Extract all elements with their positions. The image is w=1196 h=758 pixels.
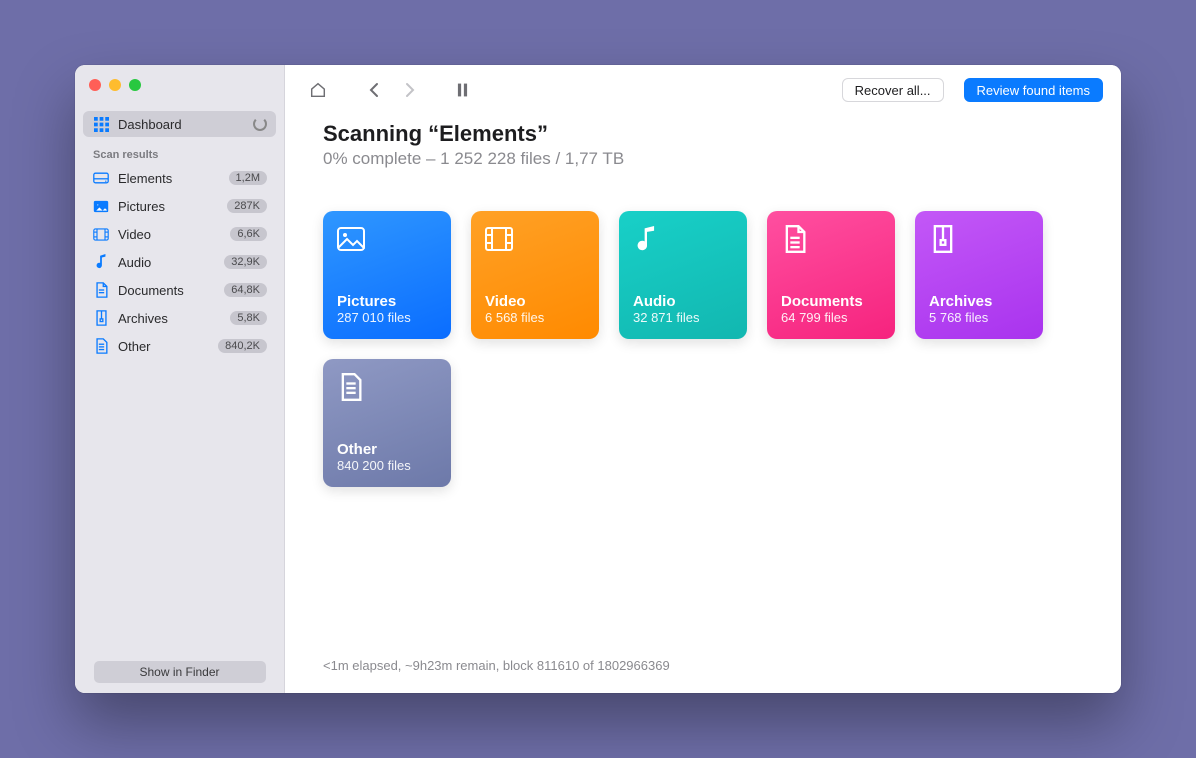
zoom-window-button[interactable] xyxy=(129,79,141,91)
archive-icon xyxy=(92,309,110,327)
sidebar-item-label: Documents xyxy=(118,283,224,298)
home-button[interactable] xyxy=(303,77,333,103)
page-title: Scanning “Elements” xyxy=(323,121,1083,147)
tile-title: Other xyxy=(337,441,437,458)
tile-audio[interactable]: Audio 32 871 files xyxy=(619,211,747,339)
sidebar-item-elements[interactable]: Elements 1,2M xyxy=(83,165,276,191)
tile-subtitle: 6 568 files xyxy=(485,310,585,325)
sidebar-item-label: Video xyxy=(118,227,230,242)
review-found-items-button[interactable]: Review found items xyxy=(964,78,1103,102)
document-icon xyxy=(781,225,809,253)
grid-icon xyxy=(92,115,110,133)
show-in-finder-button[interactable]: Show in Finder xyxy=(94,661,266,683)
sidebar-item-documents[interactable]: Documents 64,8K xyxy=(83,277,276,303)
content-area: Scanning “Elements” 0% complete – 1 252 … xyxy=(285,115,1121,693)
sidebar-item-label: Elements xyxy=(118,171,229,186)
music-icon xyxy=(633,225,661,253)
sidebar-item-label: Pictures xyxy=(118,199,227,214)
sidebar-item-label: Dashboard xyxy=(118,117,253,132)
film-icon xyxy=(92,225,110,243)
forward-button xyxy=(395,77,425,103)
tile-subtitle: 32 871 files xyxy=(633,310,733,325)
tile-title: Pictures xyxy=(337,293,437,310)
archive-icon xyxy=(929,225,957,253)
tile-other[interactable]: Other 840 200 files xyxy=(323,359,451,487)
sidebar-item-other[interactable]: Other 840,2K xyxy=(83,333,276,359)
count-badge: 6,6K xyxy=(230,227,267,241)
count-badge: 64,8K xyxy=(224,283,267,297)
film-icon xyxy=(485,225,513,253)
sidebar-item-label: Archives xyxy=(118,311,230,326)
count-badge: 5,8K xyxy=(230,311,267,325)
pause-button[interactable] xyxy=(447,77,477,103)
minimize-window-button[interactable] xyxy=(109,79,121,91)
tile-subtitle: 287 010 files xyxy=(337,310,437,325)
count-badge: 32,9K xyxy=(224,255,267,269)
tile-title: Video xyxy=(485,293,585,310)
music-icon xyxy=(92,253,110,271)
recover-all-button[interactable]: Recover all... xyxy=(842,78,944,102)
tile-subtitle: 64 799 files xyxy=(781,310,881,325)
image-icon xyxy=(92,197,110,215)
spinner-icon xyxy=(253,117,267,131)
file-icon xyxy=(337,373,365,401)
sidebar-footer: Show in Finder xyxy=(75,651,284,693)
window-controls xyxy=(75,65,284,111)
sidebar-item-dashboard[interactable]: Dashboard xyxy=(83,111,276,137)
document-icon xyxy=(92,281,110,299)
file-icon xyxy=(92,337,110,355)
tile-subtitle: 840 200 files xyxy=(337,458,437,473)
count-badge: 1,2M xyxy=(229,171,267,185)
image-icon xyxy=(337,225,365,253)
close-window-button[interactable] xyxy=(89,79,101,91)
tile-documents[interactable]: Documents 64 799 files xyxy=(767,211,895,339)
tile-title: Archives xyxy=(929,293,1029,310)
sidebar-item-label: Audio xyxy=(118,255,224,270)
sidebar-item-archives[interactable]: Archives 5,8K xyxy=(83,305,276,331)
sidebar-item-pictures[interactable]: Pictures 287K xyxy=(83,193,276,219)
app-window: Dashboard Scan results Elements 1,2M Pic… xyxy=(75,65,1121,693)
tile-title: Documents xyxy=(781,293,881,310)
tile-video[interactable]: Video 6 568 files xyxy=(471,211,599,339)
back-button[interactable] xyxy=(359,77,389,103)
page-subtitle: 0% complete – 1 252 228 files / 1,77 TB xyxy=(323,149,1083,169)
tile-archives[interactable]: Archives 5 768 files xyxy=(915,211,1043,339)
toolbar: Recover all... Review found items xyxy=(285,65,1121,115)
tile-subtitle: 5 768 files xyxy=(929,310,1029,325)
count-badge: 287K xyxy=(227,199,267,213)
count-badge: 840,2K xyxy=(218,339,267,353)
category-tiles: Pictures 287 010 files Video 6 568 files xyxy=(323,211,1083,487)
sidebar: Dashboard Scan results Elements 1,2M Pic… xyxy=(75,65,285,693)
tile-title: Audio xyxy=(633,293,733,310)
sidebar-item-audio[interactable]: Audio 32,9K xyxy=(83,249,276,275)
drive-icon xyxy=(92,169,110,187)
tile-pictures[interactable]: Pictures 287 010 files xyxy=(323,211,451,339)
status-text: <1m elapsed, ~9h23m remain, block 811610… xyxy=(323,658,1083,683)
sidebar-item-label: Other xyxy=(118,339,218,354)
main-area: Recover all... Review found items Scanni… xyxy=(285,65,1121,693)
sidebar-item-video[interactable]: Video 6,6K xyxy=(83,221,276,247)
sidebar-section-title: Scan results xyxy=(75,139,284,165)
